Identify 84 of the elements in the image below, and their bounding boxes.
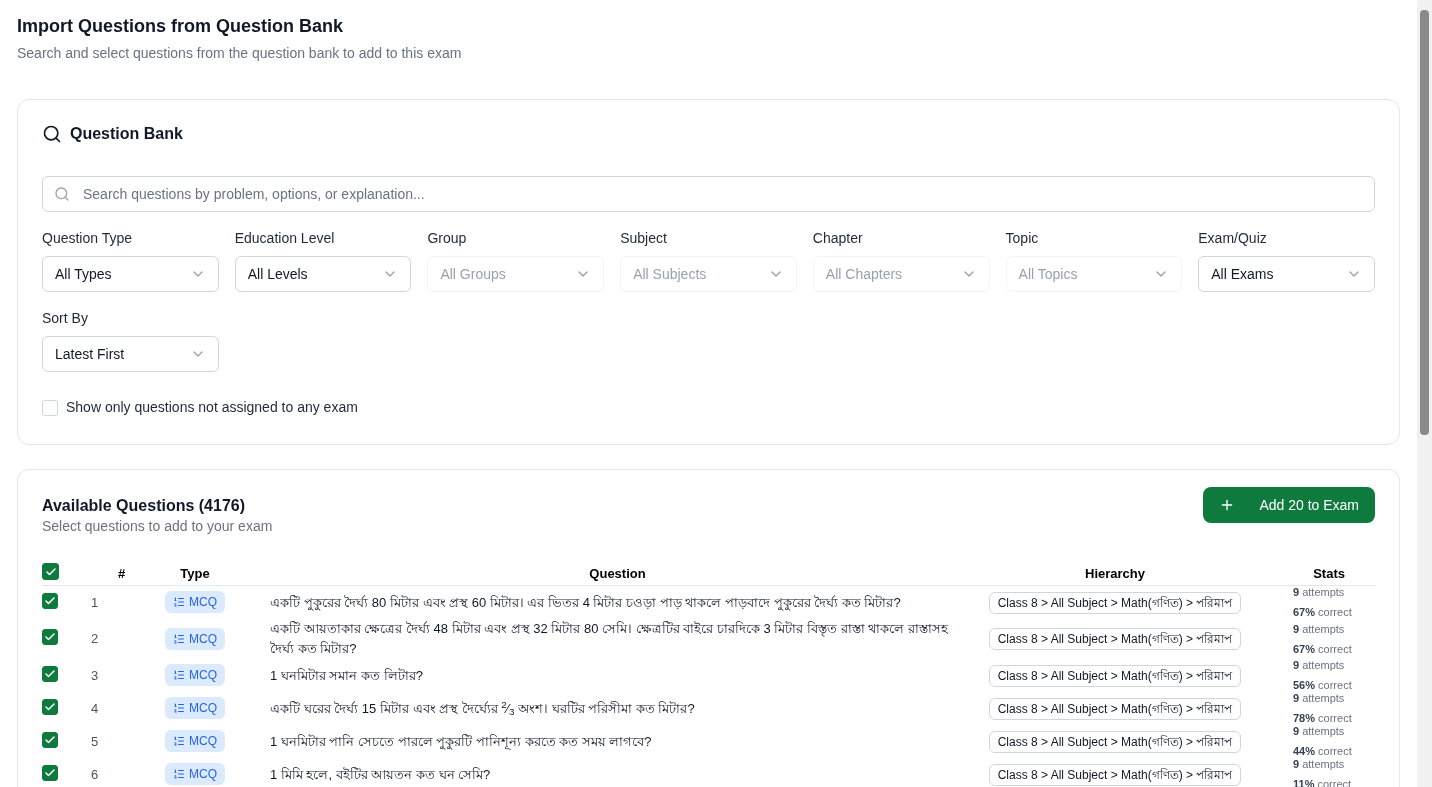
column-header: # [118, 566, 126, 582]
filter-label: Group [427, 229, 468, 248]
check-icon [44, 766, 56, 779]
hierarchy-path: Class 8 > All Subject > Math(গণিত) > পরিমাপ [988, 697, 1242, 720]
list-icon [173, 735, 185, 748]
row-number: 2 [91, 631, 99, 647]
add-to-exam-button[interactable]: Add 20 to Exam [1203, 487, 1375, 523]
page-subtitle: Search and select questions from the question bank to add to this exam [17, 44, 463, 63]
filter-dropdown[interactable]: Latest First [42, 336, 219, 372]
search-icon [54, 186, 70, 202]
attempts-count: 9 attempts [1293, 622, 1346, 636]
type-badge: MCQ [165, 763, 225, 786]
type-badge: MCQ [165, 627, 225, 650]
list-icon [173, 669, 185, 682]
filter-label: Sort By [42, 309, 89, 328]
filter-label: Exam/Quiz [1198, 229, 1268, 248]
attempts-count: 9 attempts [1293, 586, 1346, 599]
type-badge: MCQ [165, 591, 225, 614]
filter-dropdown[interactable]: All Exams [1198, 256, 1375, 292]
question-text: একটি ঘরের দৈর্ঘ্য 15 মিটার এবং প্রস্থ দৈর্ঘ্যের $^{2}$⁄$_{3}$ অংশ। ঘরটির পরিসীমা কত মিটার? [270, 700, 695, 716]
type-badge: MCQ [165, 730, 225, 753]
row-number: 3 [91, 667, 99, 683]
question-text: একটি পুকুরের দৈর্ঘ্য 80 মিটার এবং প্রস্থ 60 মিটার। এর ভিতর 4 মিটার চওড়া পাড় থাকলে পাড়বাদে পুকুরের দৈর্ঘ্য কত মিটার? [270, 594, 901, 610]
row-checkbox[interactable] [42, 764, 58, 781]
column-header: Type [180, 566, 211, 582]
attempts-count: 9 attempts [1293, 659, 1346, 672]
list-icon [173, 702, 185, 715]
question-text: একটি আয়তাকার ক্ষেত্রের দৈর্ঘ্য 48 মিটার এবং প্রস্থ 32 মিটার 80 সেমি। ক্ষেত্রটির বাইরে চারদিকে 3 মিটার বিস্তৃত রাস্তা থাকলে রাস্তাসহ দৈর্ঘ্য কত মিটার? [270, 621, 948, 656]
question-text: 1 ঘনমিটার পানি সেচতে পারলে পুকুরটি পানিশূন্য করতে কত সময় লাগবে? [270, 733, 652, 749]
column-header: Question [589, 566, 646, 582]
row-checkbox[interactable] [42, 592, 58, 609]
type-badge: MCQ [165, 664, 225, 687]
filter-label: Topic [1005, 229, 1040, 248]
select-all-checkbox[interactable] [42, 563, 59, 580]
filter-dropdown[interactable]: All Levels [234, 256, 412, 292]
row-checkbox[interactable] [42, 698, 58, 715]
row-number: 5 [91, 733, 99, 749]
row-number: 6 [91, 766, 99, 782]
column-header: Stats [1313, 566, 1345, 582]
row-checkbox[interactable] [42, 665, 58, 682]
card-title: Question Bank [70, 124, 183, 144]
check-icon [44, 667, 56, 680]
row-checkbox[interactable] [42, 629, 58, 646]
filter-dropdown[interactable]: All Types [42, 256, 219, 292]
correct-rate: 67% correct [1293, 642, 1353, 656]
filter-label: Chapter [812, 229, 864, 248]
attempts-count: 9 attempts [1293, 692, 1346, 705]
row-checkbox[interactable] [42, 731, 58, 748]
scrollbar-thumb[interactable] [1420, 10, 1429, 435]
search-field[interactable]: Search questions by problem, options, or explanation... [42, 176, 1375, 212]
checkbox[interactable] [42, 399, 58, 416]
check-icon [44, 700, 56, 713]
list-icon [173, 768, 185, 781]
check-icon [44, 733, 56, 746]
hierarchy-path: Class 8 > All Subject > Math(গণিত) > পরিমাপ [988, 664, 1242, 687]
correct-rate: 56% correct [1293, 679, 1353, 692]
search-icon [42, 124, 62, 144]
filter-label: Education Level [234, 229, 336, 248]
card-title: Available Questions (4176) [42, 496, 247, 516]
list-icon [173, 632, 185, 645]
correct-rate: 44% correct [1293, 745, 1353, 758]
type-badge: MCQ [165, 697, 225, 720]
correct-rate: 78% correct [1293, 712, 1353, 725]
attempts-count: 9 attempts [1293, 758, 1346, 771]
correct-rate: 67% correct [1293, 606, 1353, 619]
hierarchy-path: Class 8 > All Subject > Math(গণিত) > পরিমাপ [988, 730, 1242, 753]
hierarchy-path: Class 8 > All Subject > Math(গণিত) > পরিমাপ [988, 591, 1242, 614]
hierarchy-path: Class 8 > All Subject > Math(গণিত) > পরিমাপ [988, 763, 1242, 786]
attempts-count: 9 attempts [1293, 725, 1346, 738]
hierarchy-path: Class 8 > All Subject > Math(গণিত) > পরিমাপ [988, 628, 1242, 650]
filter-label: Subject [620, 229, 668, 248]
check-icon [44, 594, 56, 607]
question-text: 1 মিমি হলে, বইটির আয়তন কত ঘন সেমি? [270, 766, 491, 782]
checkbox-label: Show only questions not assigned to any exam [66, 398, 358, 417]
row-number: 1 [91, 594, 99, 610]
scrollbar[interactable] [1417, 0, 1432, 787]
filter-label: Question Type [42, 229, 134, 248]
page-title: Import Questions from Question Bank [17, 15, 345, 38]
list-icon [173, 596, 185, 609]
check-icon [44, 565, 57, 578]
column-header: Hierarchy [1085, 566, 1145, 582]
question-text: 1 ঘনমিটার সমান কত লিটার? [270, 667, 423, 683]
row-number: 4 [91, 700, 99, 716]
card-subtitle: Select questions to add to your exam [42, 518, 273, 534]
